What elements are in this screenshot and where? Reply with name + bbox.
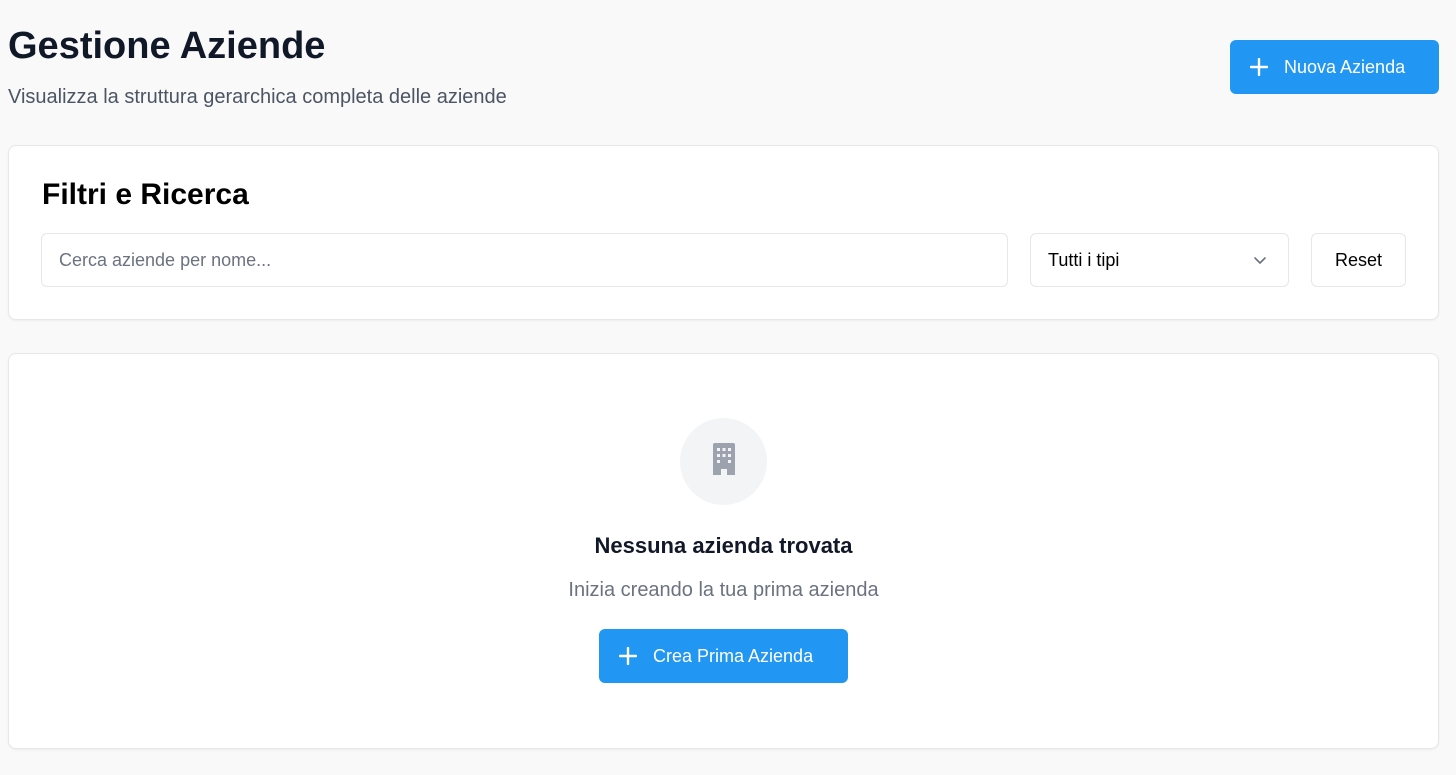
page-title: Gestione Aziende: [8, 25, 326, 67]
empty-state-icon-container: [680, 418, 767, 505]
new-company-button[interactable]: Nuova Azienda: [1230, 40, 1439, 94]
create-first-company-button[interactable]: Crea Prima Azienda: [599, 629, 848, 683]
empty-state-card: Nessuna azienda trovata Inizia creando l…: [8, 353, 1439, 749]
page: Gestione Aziende Visualizza la struttura…: [0, 0, 1456, 775]
reset-button[interactable]: Reset: [1311, 233, 1406, 287]
filters-title: Filtri e Ricerca: [42, 178, 249, 211]
plus-icon: [1250, 58, 1268, 76]
plus-icon: [619, 647, 637, 665]
page-subtitle: Visualizza la struttura gerarchica compl…: [8, 86, 507, 108]
empty-state-subtitle: Inizia creando la tua prima azienda: [568, 579, 879, 601]
empty-state-title: Nessuna azienda trovata: [594, 533, 853, 558]
chevron-down-icon: [1252, 252, 1268, 268]
search-input[interactable]: [41, 233, 1008, 287]
filters-card: Filtri e Ricerca Tutti i tipi Reset: [8, 145, 1439, 320]
type-select-value: Tutti i tipi: [1048, 249, 1120, 270]
create-first-company-button-label: Crea Prima Azienda: [653, 645, 814, 666]
building-icon: [711, 443, 737, 480]
type-select[interactable]: Tutti i tipi: [1030, 233, 1289, 287]
new-company-button-label: Nuova Azienda: [1284, 56, 1406, 77]
